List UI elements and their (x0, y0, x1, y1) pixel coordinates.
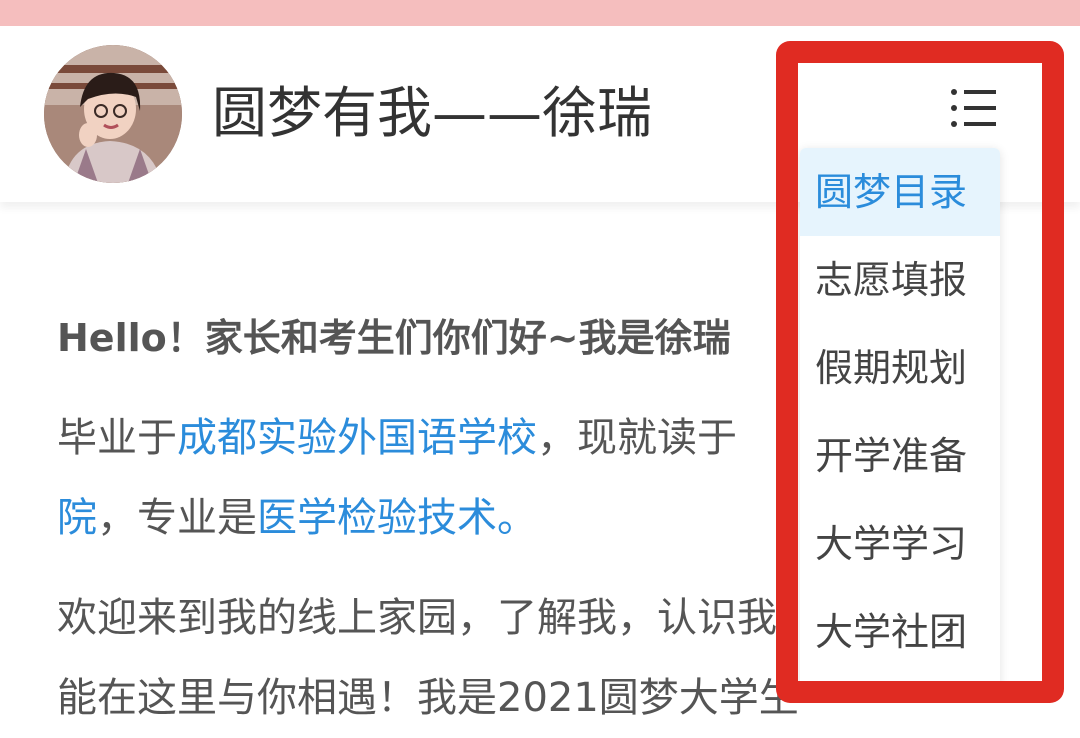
nav-dropdown-menu: 圆梦目录 志愿填报 假期规划 开学准备 大学学习 大学社团 (800, 148, 1000, 688)
avatar-image (44, 45, 182, 183)
intro-text: 毕业于 (57, 415, 177, 461)
list-menu-icon (951, 89, 996, 127)
menu-item-catalog[interactable]: 圆梦目录 (800, 148, 1000, 236)
menu-item-application[interactable]: 志愿填报 (800, 236, 1000, 324)
intro-text: ，专业是 (97, 495, 257, 541)
intro-text: 。 (497, 495, 537, 541)
status-bar (0, 0, 1080, 26)
greeting-heading: Hello！家长和考生们你们好~我是徐瑞 (57, 316, 731, 360)
welcome-line: 能在这里与你相遇！我是2021圆梦大学生 (57, 675, 799, 721)
menu-item-university-study[interactable]: 大学学习 (800, 500, 1000, 588)
intro-text: ，现就读于 (537, 415, 737, 461)
menu-item-holiday-plan[interactable]: 假期规划 (800, 324, 1000, 412)
menu-item-university-clubs[interactable]: 大学社团 (800, 588, 1000, 676)
avatar[interactable] (44, 45, 182, 183)
college-link[interactable]: 院 (57, 495, 97, 541)
menu-item-school-prep[interactable]: 开学准备 (800, 412, 1000, 500)
welcome-line: 欢迎来到我的线上家园，了解我，认识我，开心 (57, 595, 897, 641)
school-link[interactable]: 成都实验外国语学校 (177, 415, 537, 461)
welcome-paragraph: 欢迎来到我的线上家园，了解我，认识我，开心 能在这里与你相遇！我是2021圆梦大… (57, 578, 897, 738)
intro-paragraph: 毕业于成都实验外国语学校，现就读于 院，专业是医学检验技术。 (57, 398, 737, 558)
major-link[interactable]: 医学检验技术 (257, 495, 497, 541)
menu-toggle-button[interactable] (944, 82, 1000, 134)
site-title: 圆梦有我——徐瑞 (212, 81, 653, 145)
